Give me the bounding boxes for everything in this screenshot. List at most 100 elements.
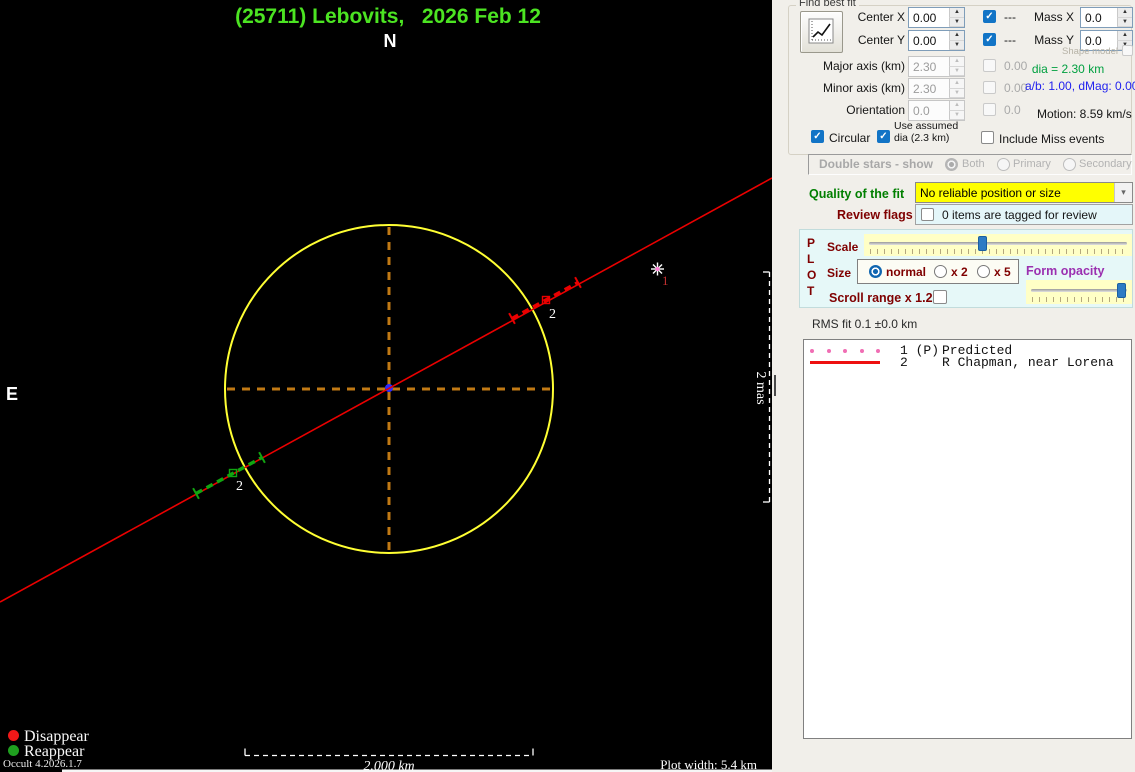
double-stars-both-label: Both [962,158,985,170]
center-y-label: Center Y [802,33,905,47]
major-axis-fit-checkbox[interactable] [983,59,996,72]
dia-text: dia = 2.30 km [1008,62,1128,76]
chord-disappear-label: 2 [549,307,556,322]
predicted-line-sample [810,349,880,353]
size-x2-label: x 2 [951,265,968,279]
spin-up-icon: ▲ [949,79,964,89]
quality-fit-label: Quality of the fit [809,187,904,201]
center-y-spinner[interactable]: 0.00 ▲▼ [908,30,965,51]
observation-id: 2 [900,355,942,370]
size-x5-radio[interactable] [977,265,990,278]
spin-down-icon[interactable]: ▼ [949,41,964,51]
circular-label: Circular [829,131,870,145]
form-opacity-slider[interactable] [1026,280,1132,304]
orientation-fit-checkbox[interactable] [983,103,996,116]
scale-slider-track[interactable] [869,242,1127,245]
spin-up-icon: ▲ [949,101,964,111]
spin-down-icon[interactable]: ▼ [1117,18,1132,28]
major-axis-value: 2.30 [909,57,949,76]
double-stars-primary-label: Primary [1013,158,1051,170]
mass-x-label: Mass X [1012,10,1074,24]
double-stars-both-radio[interactable] [945,158,958,171]
size-label: Size [827,266,851,280]
review-flags-field: 0 items are tagged for review [915,204,1133,225]
form-opacity-label[interactable]: Form opacity [1026,264,1105,278]
minor-axis-spinner[interactable]: 2.30 ▲▼ [908,78,965,99]
scale-label: Scale [827,240,858,254]
center-y-value: 0.00 [909,31,949,50]
center-y-fit-checkbox[interactable]: ✓ [983,33,996,46]
size-radio-group: normal x 2 x 5 [857,259,1019,284]
find-best-fit-label: Find best fit [796,0,859,9]
minor-axis-fit-checkbox[interactable] [983,81,996,94]
double-stars-panel: Double stars - show Both Primary Seconda… [808,154,1132,175]
include-miss-label: Include Miss events [999,132,1104,146]
observations-listbox[interactable]: 1 (P) Predicted 2 R Chapman, near Lorena [803,339,1132,739]
spin-up-icon[interactable]: ▲ [1117,8,1132,18]
orientation-value: 0.0 [909,101,949,120]
size-x5-label: x 5 [994,265,1011,279]
spin-down-icon: ▼ [949,111,964,121]
reappear-legend-dot [8,745,19,756]
size-x2-radio[interactable] [934,265,947,278]
ab-dmag-text: a/b: 1.00, dMag: 0.00 [1025,79,1131,93]
review-flags-text: 0 items are tagged for review [942,208,1097,222]
form-opacity-slider-track[interactable] [1031,289,1127,292]
scale-slider[interactable] [864,234,1132,256]
review-flags-label: Review flags [837,208,913,222]
minor-axis-sigma: 0.00 [1004,81,1027,95]
size-normal-radio[interactable] [869,265,882,278]
orientation-spinner[interactable]: 0.0 ▲▼ [908,100,965,121]
form-opacity-slider-thumb[interactable] [1117,283,1126,298]
star-label: 1 [662,273,669,288]
spin-down-icon: ▼ [949,89,964,99]
chevron-down-icon[interactable]: ▾ [1114,183,1132,202]
compass-north-label: N [384,31,397,51]
compass-east-label: E [6,384,18,404]
plot-controls-panel: PLOT Scale Size normal x 2 x 5 Form opac… [799,229,1133,308]
size-normal-label: normal [886,265,926,279]
center-x-spinner[interactable]: 0.00 ▲▼ [908,7,965,28]
disappear-legend-dot [8,730,19,741]
motion-text: Motion: 8.59 km/s [1037,107,1132,121]
use-assumed-dia-checkbox[interactable]: ✓ [877,130,890,143]
spin-up-icon[interactable]: ▲ [949,31,964,41]
plot-vertical-label: PLOT [807,235,819,299]
chord-line [0,178,772,602]
minor-axis-label: Minor axis (km) [802,81,905,95]
form-opacity-slider-ticks [1032,297,1126,302]
mass-x-spinner[interactable]: 0.0 ▲▼ [1080,7,1133,28]
use-assumed-dia-label: Use assumed dia (2.3 km) [894,121,968,144]
review-flags-checkbox[interactable] [921,208,934,221]
center-x-label: Center X [802,10,905,24]
minor-axis-value: 2.30 [909,79,949,98]
observation-row[interactable]: 2 R Chapman, near Lorena [810,356,1129,369]
circular-checkbox[interactable]: ✓ [811,130,824,143]
orientation-label: Orientation [802,103,905,117]
include-miss-checkbox[interactable] [981,131,994,144]
spin-down-icon[interactable]: ▼ [949,18,964,28]
scale-slider-thumb[interactable] [978,236,987,251]
app-version-label: Occult 4.2026.1.7 [3,758,82,770]
major-axis-spinner[interactable]: 2.30 ▲▼ [908,56,965,77]
major-axis-label: Major axis (km) [802,59,905,73]
mass-x-value: 0.0 [1081,8,1117,27]
quality-fit-dropdown[interactable]: No reliable position or size ▾ [915,182,1133,203]
scroll-range-label: Scroll range x 1.25 [829,291,939,305]
spin-up-icon[interactable]: ▲ [949,8,964,18]
shape-model-checkbox[interactable] [1122,45,1133,56]
double-stars-primary-radio[interactable] [997,158,1010,171]
spin-up-icon[interactable]: ▲ [1117,31,1132,41]
splitter-handle[interactable] [774,375,776,396]
observation-name: R Chapman, near Lorena [942,355,1114,370]
double-stars-secondary-radio[interactable] [1063,158,1076,171]
center-x-fit-checkbox[interactable]: ✓ [983,10,996,23]
scroll-range-checkbox[interactable] [933,290,947,304]
mass-y-label: Mass Y [1012,33,1074,47]
fit-control-panel: Find best fit Center X 0.00 ▲▼ ✓ --- Mas… [772,0,1135,772]
chord-line-sample [810,361,880,364]
occultation-plot-canvas[interactable]: (25711) Lebovits, 2026 Feb 12 N E 2 2 [0,0,772,772]
center-x-value: 0.00 [909,8,949,27]
scale-bar-label: 2.000 km [363,759,414,772]
occult-window: (25711) Lebovits, 2026 Feb 12 N E 2 2 [0,0,1135,772]
